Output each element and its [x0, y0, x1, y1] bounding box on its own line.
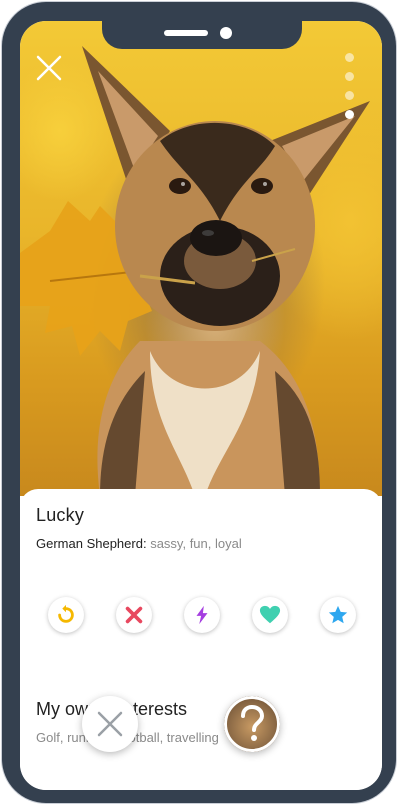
profile-photo[interactable]: [20, 21, 382, 496]
speaker-grille: [164, 30, 208, 36]
profile-card: Lucky German Shepherd: sassy, fun, loyal: [20, 489, 382, 790]
rewind-icon: [58, 604, 74, 623]
front-camera: [220, 27, 232, 39]
dismiss-button[interactable]: [82, 696, 138, 752]
help-button-ring: [224, 696, 280, 752]
action-bar: [48, 597, 360, 637]
page-dot[interactable]: [344, 72, 354, 81]
traits-text: sassy, fun, loyal: [150, 536, 242, 551]
page-dot[interactable]: [344, 53, 354, 62]
pet-name: Lucky: [36, 505, 85, 525]
nope-button[interactable]: [116, 597, 152, 633]
pet-breed-traits: German Shepherd: sassy, fun, loyal: [36, 536, 242, 551]
dog-illustration: [20, 46, 370, 496]
phone-frame: Lucky German Shepherd: sassy, fun, loyal: [2, 2, 396, 803]
like-button[interactable]: [252, 597, 288, 633]
breed-label: German Shepherd:: [36, 536, 147, 551]
photo-page-indicator[interactable]: [344, 53, 354, 119]
phone-notch: [102, 21, 302, 49]
star-icon: [328, 605, 348, 624]
close-icon[interactable]: [34, 53, 64, 83]
boost-button[interactable]: [184, 597, 220, 633]
help-button[interactable]: [224, 696, 280, 752]
x-icon: [125, 606, 143, 624]
rewind-button[interactable]: [48, 597, 84, 633]
close-icon: [97, 711, 123, 737]
heart-icon: [259, 605, 281, 624]
screen: Lucky German Shepherd: sassy, fun, loyal: [20, 21, 382, 790]
page-dot[interactable]: [344, 91, 354, 100]
super-like-button[interactable]: [320, 597, 356, 633]
page-dot-active[interactable]: [344, 110, 354, 119]
lightning-icon: [196, 605, 208, 625]
